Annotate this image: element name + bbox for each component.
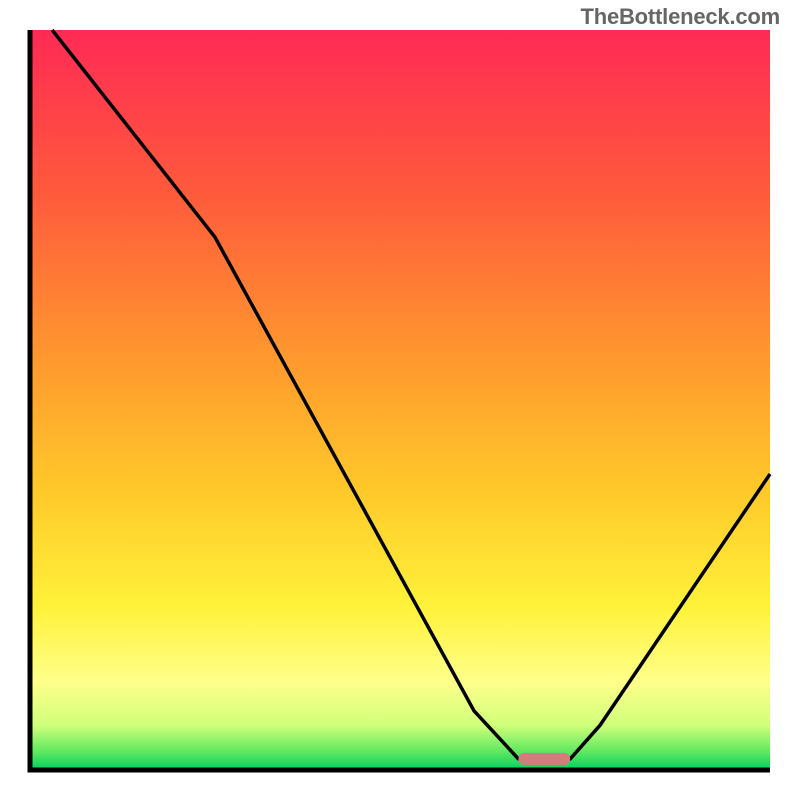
optimal-range-marker bbox=[518, 753, 570, 765]
bottleneck-chart bbox=[0, 0, 800, 800]
watermark-text: TheBottleneck.com bbox=[580, 4, 780, 30]
